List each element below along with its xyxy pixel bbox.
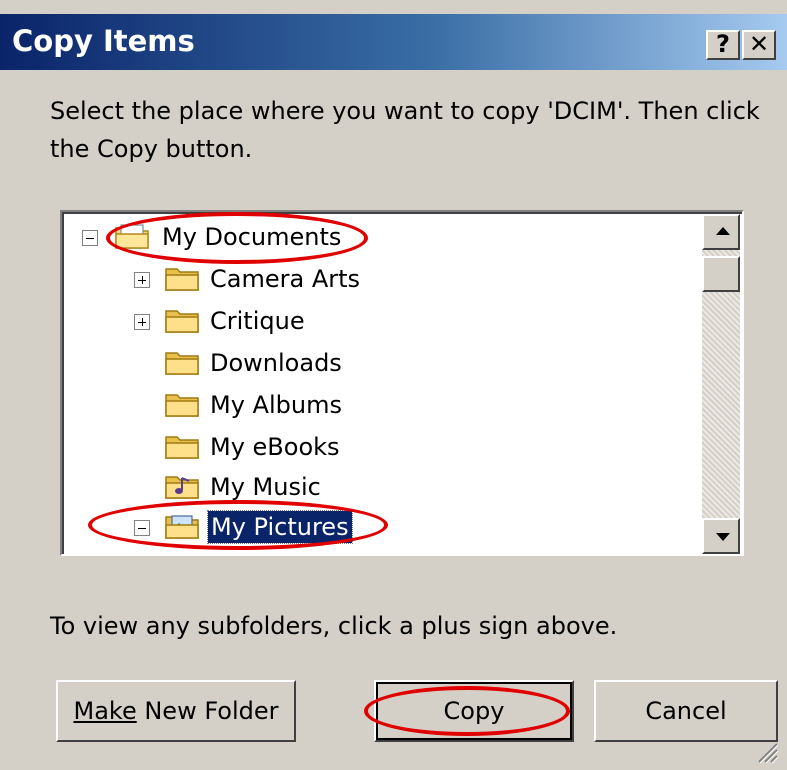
make-new-folder-label-accelerator: Make — [73, 697, 137, 725]
expand-toggle[interactable] — [134, 314, 150, 330]
folder-icon — [165, 394, 199, 417]
music-folder-icon — [165, 476, 199, 499]
cancel-button-label: Cancel — [645, 697, 727, 725]
tree-item-camera-arts[interactable]: Camera Arts — [210, 263, 360, 295]
copy-items-dialog: Copy Items ? ✕ Select the place where yo… — [0, 0, 787, 770]
copy-button[interactable]: Copy — [374, 680, 574, 742]
scroll-down-button[interactable] — [702, 518, 740, 554]
tree-item-my-ebooks[interactable]: My eBooks — [210, 431, 340, 463]
tree-item-my-albums[interactable]: My Albums — [210, 389, 342, 421]
help-button[interactable]: ? — [706, 30, 740, 60]
copy-button-label: Copy — [443, 697, 505, 725]
arrow-down-icon — [716, 533, 730, 541]
tree-item-downloads[interactable]: Downloads — [210, 347, 342, 379]
my-documents-icon — [115, 224, 149, 249]
folder-icon — [165, 436, 199, 459]
instruction-text: Select the place where you want to copy … — [50, 97, 760, 163]
scroll-thumb[interactable] — [702, 256, 740, 292]
resize-grip-icon[interactable] — [755, 740, 779, 764]
pictures-folder-icon — [165, 515, 199, 539]
hint-text: To view any subfolders, click a plus sig… — [50, 612, 618, 640]
title-bar[interactable]: Copy Items ? ✕ — [0, 14, 787, 70]
collapse-toggle[interactable] — [82, 230, 98, 246]
folder-icon — [165, 268, 199, 291]
make-new-folder-button[interactable]: Make New Folder — [56, 680, 296, 742]
scroll-up-button[interactable] — [702, 214, 740, 250]
folder-tree[interactable]: My Documents Camera Arts Critique Downlo… — [60, 210, 744, 556]
tree-item-my-documents[interactable]: My Documents — [162, 221, 341, 253]
cancel-button[interactable]: Cancel — [594, 680, 778, 742]
folder-icon — [165, 310, 199, 333]
tree-item-critique[interactable]: Critique — [210, 305, 305, 337]
tree-item-my-music[interactable]: My Music — [210, 471, 321, 503]
folder-icon — [165, 352, 199, 375]
make-new-folder-label: New Folder — [136, 697, 279, 725]
expand-toggle[interactable] — [134, 272, 150, 288]
arrow-up-icon — [716, 227, 730, 235]
tree-item-my-pictures[interactable]: My Pictures — [207, 510, 353, 544]
collapse-toggle[interactable] — [134, 520, 150, 536]
vertical-scrollbar[interactable] — [702, 214, 740, 554]
dialog-title: Copy Items — [12, 24, 195, 58]
close-button[interactable]: ✕ — [742, 30, 776, 60]
